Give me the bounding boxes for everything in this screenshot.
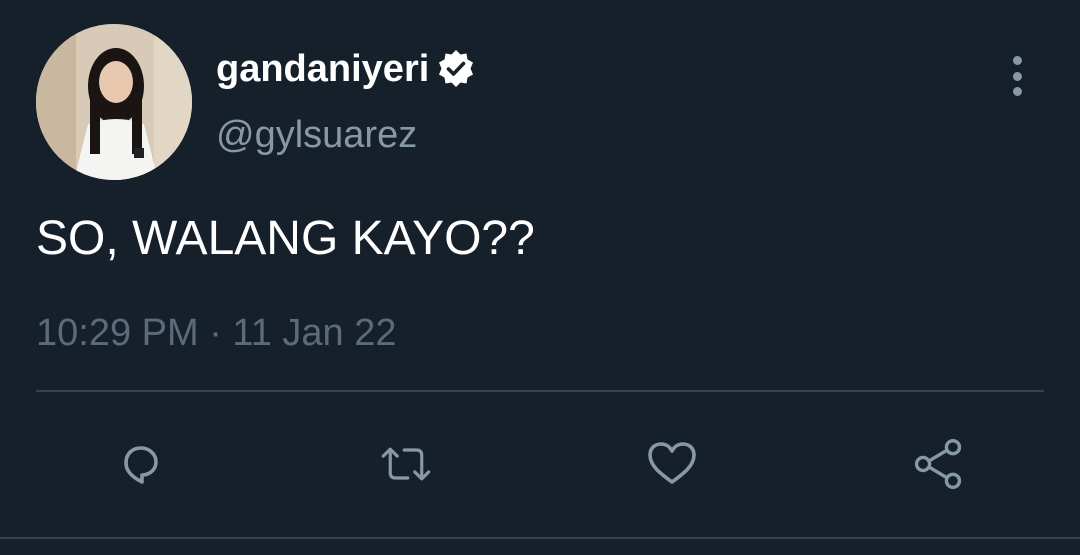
display-name[interactable]: gandaniyeri [216,46,429,92]
retweet-icon [381,447,431,481]
user-handle[interactable]: @gylsuarez [216,112,417,158]
retweet-button[interactable] [378,436,434,492]
display-name-row[interactable]: gandaniyeri [216,46,477,92]
tweet-text: SO, WALANG KAYO?? [36,212,535,265]
share-icon [914,438,962,490]
share-button[interactable] [910,436,966,492]
avatar[interactable] [36,24,192,180]
more-options-icon[interactable] [1001,56,1033,96]
avatar-image [36,24,192,180]
reply-button[interactable] [112,436,168,492]
like-button[interactable] [644,436,700,492]
tweet-timestamp[interactable]: 10:29 PM · 11 Jan 22 [36,310,397,356]
like-icon [648,442,696,484]
reply-icon [124,446,158,484]
bottom-divider [0,537,1080,539]
divider [36,390,1044,392]
tweet-actions [0,436,1080,492]
verified-badge-icon [435,48,477,90]
